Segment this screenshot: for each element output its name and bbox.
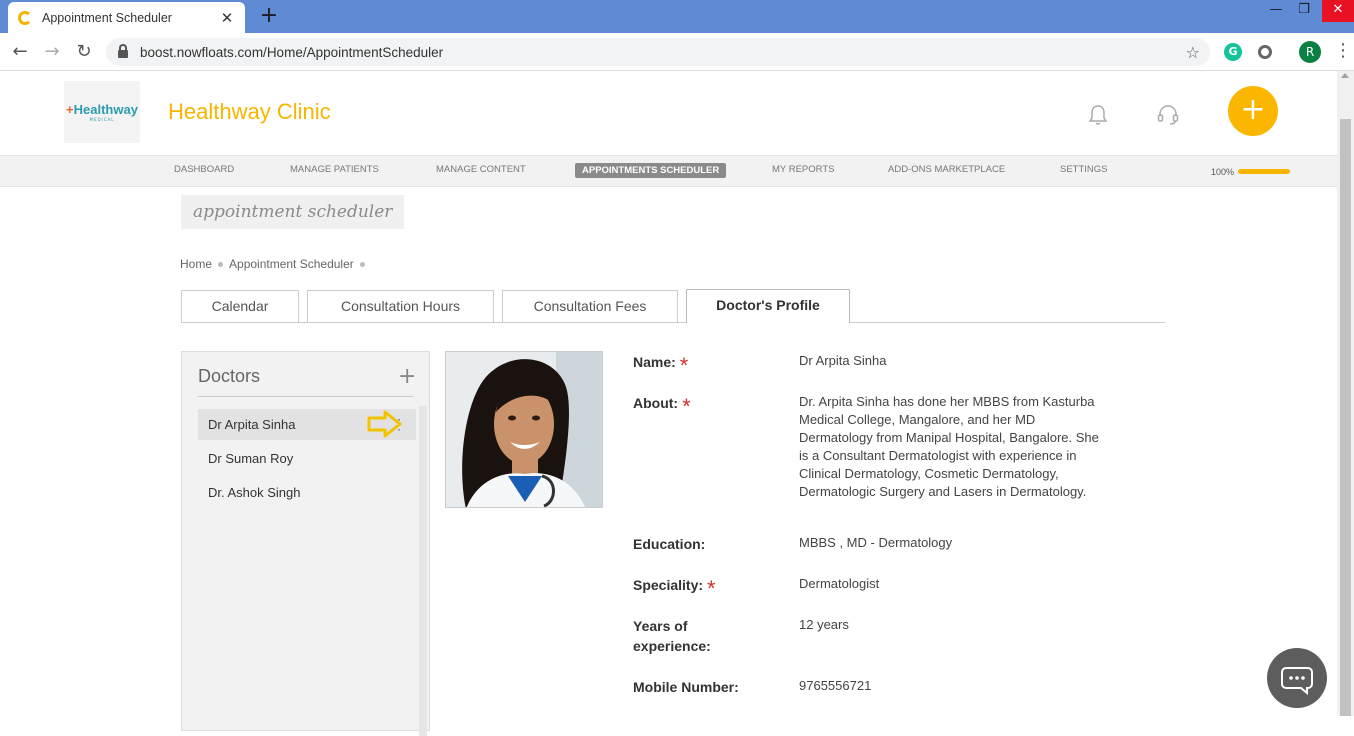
main-nav: DASHBOARD MANAGE PATIENTS MANAGE CONTENT… [0, 155, 1337, 187]
nav-item-appointments-scheduler[interactable]: APPOINTMENTS SCHEDULER [575, 163, 727, 178]
doctor-photo [445, 351, 603, 508]
bell-icon[interactable] [1088, 104, 1108, 126]
doctors-list-scrollbar[interactable] [419, 406, 427, 736]
bookmark-star-icon[interactable]: ☆ [1186, 43, 1200, 62]
browser-titlebar: Appointment Scheduler ✕ + — ❐ ✕ [0, 0, 1354, 33]
doctor-portrait-image [446, 352, 602, 507]
doctor-name-value: Dr Arpita Sinha [799, 353, 887, 368]
extension-circle-icon[interactable] [1258, 45, 1272, 59]
speciality-label: Speciality: * [633, 576, 716, 601]
logo-text: Healthway [73, 102, 138, 117]
profile-progress-label: 100% [1211, 167, 1235, 177]
breadcrumb-separator [359, 261, 365, 267]
about-label: About: * [633, 394, 691, 419]
restore-icon[interactable]: ❐ [1290, 0, 1318, 22]
tab-consultation-fees[interactable]: Consultation Fees [502, 290, 678, 322]
doctor-name: Dr Arpita Sinha [208, 417, 296, 432]
doctor-item-suman-roy[interactable]: Dr Suman Roy [198, 443, 416, 474]
url-text: boost.nowfloats.com/Home/AppointmentSche… [140, 44, 444, 60]
profile-avatar[interactable]: R [1299, 41, 1321, 63]
browser-toolbar: ← → ↻ boost.nowfloats.com/Home/Appointme… [0, 33, 1354, 71]
tab-title: Appointment Scheduler [42, 10, 172, 25]
experience-value: 12 years [799, 617, 849, 632]
arrow-right-icon [367, 410, 402, 438]
breadcrumb: Home Appointment Scheduler [180, 257, 371, 271]
grammarly-extension-icon[interactable]: G [1224, 43, 1242, 61]
clinic-logo[interactable]: +Healthway MEDICAL [64, 81, 140, 143]
about-value: Dr. Arpita Sinha has done her MBBS from … [799, 394, 1099, 499]
forward-arrow-icon[interactable]: → [40, 40, 64, 64]
nav-item-manage-content[interactable]: MANAGE CONTENT [436, 164, 526, 175]
doctors-title: Doctors [198, 366, 261, 386]
doctor-name: Dr Suman Roy [208, 451, 294, 466]
tab-consultation-hours[interactable]: Consultation Hours [307, 290, 494, 322]
nav-item-settings[interactable]: SETTINGS [1060, 164, 1108, 175]
scroll-up-icon[interactable] [1341, 73, 1349, 78]
nav-item-add-ons-marketplace[interactable]: ADD-ONS MARKETPLACE [888, 164, 1005, 175]
required-asterisk-icon: * [679, 353, 689, 378]
doctors-divider [198, 396, 414, 397]
site-favicon-icon [18, 10, 32, 25]
minimize-icon[interactable]: — [1262, 0, 1290, 22]
mobile-value: 9765556721 [799, 678, 872, 693]
profile-progress-fill [1238, 169, 1290, 174]
logo-subtext: MEDICAL [89, 117, 115, 122]
lock-icon [118, 44, 128, 58]
tab-close-icon[interactable]: ✕ [219, 9, 235, 27]
profile-progress-bar [1238, 169, 1290, 174]
site-header: +Healthway MEDICAL Healthway Clinic + [0, 71, 1337, 155]
add-button[interactable]: + [1228, 86, 1278, 136]
education-value: MBBS , MD - Dermatology [799, 535, 953, 550]
breadcrumb-home[interactable]: Home [180, 257, 212, 271]
tab-calendar[interactable]: Calendar [181, 290, 299, 322]
nav-item-manage-patients[interactable]: MANAGE PATIENTS [290, 164, 379, 175]
tabs-divider [181, 322, 1165, 323]
new-tab-button[interactable]: + [258, 3, 280, 29]
speciality-value: Dermatologist [799, 576, 880, 591]
clinic-name: Healthway Clinic [168, 99, 331, 124]
back-arrow-icon[interactable]: ← [8, 40, 32, 64]
page-title: appointment scheduler [181, 195, 405, 229]
required-asterisk-icon: * [682, 394, 691, 419]
address-bar[interactable]: boost.nowfloats.com/Home/AppointmentSche… [106, 38, 1210, 66]
doctors-panel: Doctors + Dr Arpita Sinha ⋮ Dr Suman Roy… [181, 351, 430, 736]
browser-tab[interactable]: Appointment Scheduler ✕ [8, 2, 245, 33]
breadcrumb-current[interactable]: Appointment Scheduler [229, 257, 354, 271]
mobile-label: Mobile Number: [633, 679, 739, 695]
name-label: Name: * [633, 353, 689, 378]
required-asterisk-icon: * [707, 576, 716, 601]
nav-item-dashboard[interactable]: DASHBOARD [174, 164, 234, 175]
education-label: Education: [633, 536, 706, 552]
headset-support-icon[interactable] [1156, 103, 1180, 127]
breadcrumb-separator [218, 261, 224, 267]
page-scrollbar[interactable] [1337, 71, 1354, 716]
experience-label: Years of experience: [633, 618, 711, 654]
tab-doctors-profile[interactable]: Doctor's Profile [686, 289, 850, 323]
reload-icon[interactable]: ↻ [72, 40, 96, 64]
doctor-item-ashok-singh[interactable]: Dr. Ashok Singh [198, 477, 416, 508]
chat-widget-button[interactable] [1267, 648, 1327, 708]
scrollbar-thumb[interactable] [1340, 119, 1351, 716]
logo-plus-icon: + [66, 102, 74, 117]
add-doctor-button[interactable]: + [398, 366, 416, 388]
nav-item-my-reports[interactable]: MY REPORTS [772, 164, 834, 175]
browser-menu-icon[interactable]: ⋮ [1334, 41, 1352, 61]
chat-bubble-icon [1281, 667, 1313, 696]
window-close-icon[interactable]: ✕ [1322, 0, 1354, 22]
doctor-name: Dr. Ashok Singh [208, 485, 301, 500]
